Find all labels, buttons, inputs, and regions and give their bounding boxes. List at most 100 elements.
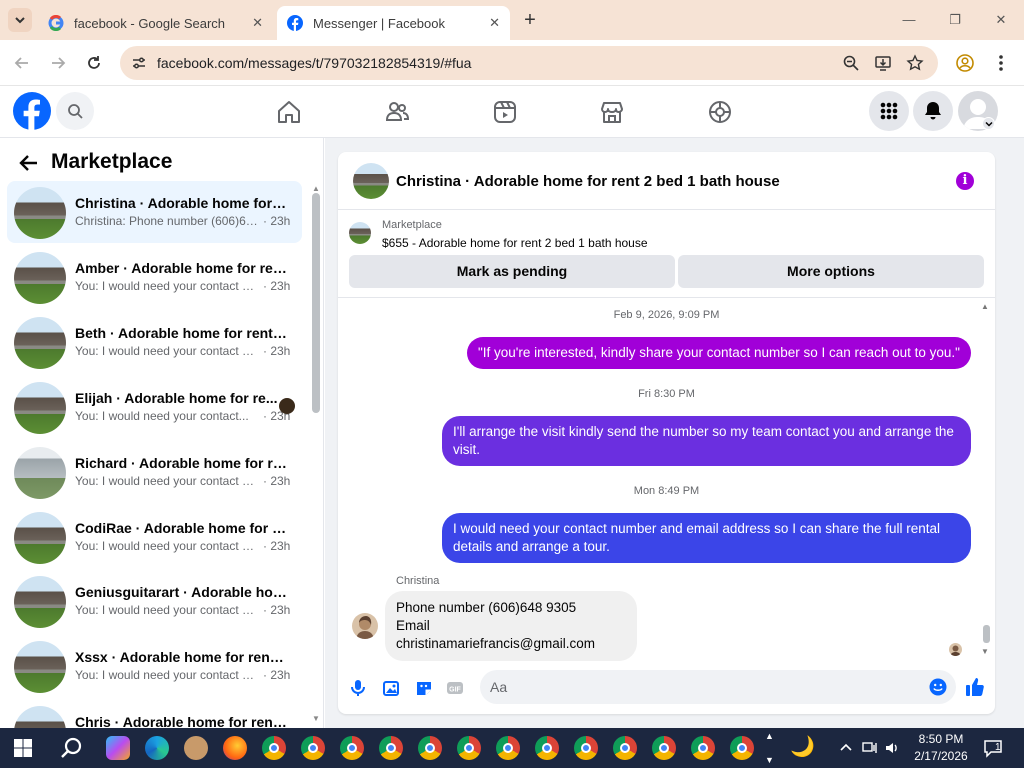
taskbar-scroll-arrows[interactable]: ▲ ▼ <box>765 730 774 766</box>
back-arrow-icon[interactable] <box>18 152 40 174</box>
chrome-icon[interactable] <box>652 736 676 760</box>
network-icon[interactable] <box>862 740 878 756</box>
minimize-button[interactable]: — <box>899 10 919 30</box>
address-bar[interactable]: facebook.com/messages/t/797032182854319/… <box>120 46 938 80</box>
paint-icon[interactable] <box>184 736 208 760</box>
chrome-icon[interactable] <box>496 736 520 760</box>
conversation-avatar <box>14 382 66 434</box>
outgoing-message[interactable]: I would need your contact number and ema… <box>442 513 971 563</box>
chat-title[interactable]: Christina · Adorable home for rent 2 bed… <box>396 173 780 190</box>
chrome-icon[interactable] <box>418 736 442 760</box>
sender-avatar[interactable] <box>352 613 378 639</box>
facebook-logo-icon[interactable] <box>13 92 51 130</box>
listing-label: Marketplace <box>382 219 442 231</box>
sidebar-title: Marketplace <box>51 150 173 173</box>
chrome-icon[interactable] <box>574 736 598 760</box>
outgoing-message[interactable]: "If you're interested, kindly share your… <box>467 337 971 369</box>
restore-button[interactable]: ❐ <box>945 10 965 30</box>
volume-icon[interactable] <box>884 740 900 756</box>
search-icon[interactable] <box>60 736 84 760</box>
chrome-icon[interactable] <box>301 736 325 760</box>
more-menu-icon[interactable] <box>998 54 1004 72</box>
close-window-button[interactable]: ✕ <box>991 10 1011 30</box>
sticker-icon[interactable] <box>414 678 434 698</box>
site-info-icon[interactable] <box>130 54 148 72</box>
edge-icon[interactable] <box>145 736 169 760</box>
listing-banner: Marketplace $655 - Adorable home for ren… <box>338 210 995 298</box>
scroll-down-arrow[interactable]: ▼ <box>981 647 989 656</box>
close-tab-icon[interactable]: ✕ <box>252 15 263 31</box>
scroll-up-arrow[interactable]: ▲ <box>312 184 320 193</box>
marketplace-icon[interactable] <box>599 99 625 125</box>
chrome-icon[interactable] <box>457 736 481 760</box>
conversation-item[interactable]: Christina · Adorable home for re... Chris… <box>7 181 302 243</box>
tab-messenger[interactable]: Messenger | Facebook ✕ <box>277 6 510 40</box>
listing-thumbnail[interactable] <box>349 222 371 244</box>
info-icon[interactable]: i <box>956 172 974 190</box>
chrome-icon[interactable] <box>262 736 286 760</box>
conversation-item[interactable]: Richard · Adorable home for ren... You: I… <box>7 441 302 503</box>
moon-icon[interactable]: 🌙 <box>790 734 815 759</box>
profile-icon[interactable] <box>956 54 974 72</box>
tab-title: facebook - Google Search <box>74 15 226 31</box>
conversation-item[interactable]: Geniusguitarart · Adorable hom... You: I … <box>7 570 302 632</box>
chevron-up-icon[interactable] <box>839 741 853 755</box>
incoming-message[interactable]: Phone number (606)648 9305 Email christi… <box>385 591 637 661</box>
conversation-item[interactable]: Chris · Adorable home for rent 2... <box>7 700 302 728</box>
account-chevron[interactable] <box>982 117 995 130</box>
windows-start-icon[interactable] <box>14 739 32 757</box>
close-tab-icon[interactable]: ✕ <box>489 15 500 31</box>
facebook-search-button[interactable] <box>56 92 94 130</box>
copilot-icon[interactable] <box>106 736 130 760</box>
notification-count: 1 <box>995 742 1001 753</box>
chrome-icon[interactable] <box>691 736 715 760</box>
search-icon <box>68 104 83 119</box>
zoom-icon[interactable] <box>842 54 860 72</box>
chat-panel: Christina · Adorable home for rent 2 bed… <box>338 152 995 714</box>
install-app-icon[interactable] <box>874 54 892 72</box>
firefox-icon[interactable] <box>223 736 247 760</box>
thread-scrollbar[interactable] <box>983 625 990 643</box>
chrome-icon[interactable] <box>730 736 754 760</box>
tab-google-search[interactable]: facebook - Google Search ✕ <box>38 6 273 40</box>
tab-search-button[interactable] <box>8 8 32 32</box>
conversation-item[interactable]: Amber · Adorable home for rent... You: I … <box>7 246 302 308</box>
video-icon[interactable] <box>492 99 518 125</box>
thumbs-up-icon[interactable] <box>964 676 986 698</box>
scroll-up-arrow[interactable]: ▲ <box>981 302 989 311</box>
gaming-icon[interactable] <box>707 99 733 125</box>
chrome-icon[interactable] <box>379 736 403 760</box>
listing-avatar[interactable] <box>353 163 389 199</box>
chrome-icon[interactable] <box>613 736 637 760</box>
conversation-item[interactable]: Elijah · Adorable home for re... You: I w… <box>7 376 302 438</box>
photo-icon[interactable] <box>381 678 401 698</box>
conversation-item[interactable]: Xssx · Adorable home for rent 2 ... You: … <box>7 635 302 697</box>
new-tab-button[interactable]: + <box>520 10 540 30</box>
conversation-item[interactable]: CodiRae · Adorable home for re... You: I … <box>7 506 302 568</box>
menu-button[interactable] <box>869 91 909 131</box>
conversation-preview: You: I would need your contact nu... <box>75 668 260 682</box>
chrome-icon[interactable] <box>340 736 364 760</box>
more-options-button[interactable]: More options <box>678 255 984 288</box>
mark-as-pending-button[interactable]: Mark as pending <box>349 255 675 288</box>
microphone-icon[interactable] <box>348 678 368 698</box>
star-bookmark-icon[interactable] <box>906 54 924 72</box>
reload-button[interactable] <box>84 53 104 73</box>
forward-button[interactable] <box>48 53 68 73</box>
back-button[interactable] <box>12 53 32 73</box>
emoji-icon[interactable] <box>929 678 947 696</box>
chrome-center <box>347 743 357 753</box>
listing-title[interactable]: $655 - Adorable home for rent 2 bed 1 ba… <box>382 236 648 250</box>
gif-icon[interactable]: GIF <box>445 678 465 698</box>
home-icon[interactable] <box>276 99 302 125</box>
conversation-item[interactable]: Beth · Adorable home for rent 2... You: I… <box>7 311 302 373</box>
message-input[interactable]: Aa <box>480 670 956 704</box>
bell-icon <box>925 102 941 120</box>
sidebar-scrollbar[interactable] <box>312 193 320 413</box>
chrome-icon[interactable] <box>535 736 559 760</box>
outgoing-message[interactable]: I'll arrange the visit kindly send the n… <box>442 416 971 466</box>
scroll-down-arrow[interactable]: ▼ <box>312 714 320 723</box>
friends-icon[interactable] <box>384 99 410 125</box>
notifications-button[interactable] <box>913 91 953 131</box>
system-clock[interactable]: 8:50 PM 2/17/2026 <box>913 731 969 765</box>
